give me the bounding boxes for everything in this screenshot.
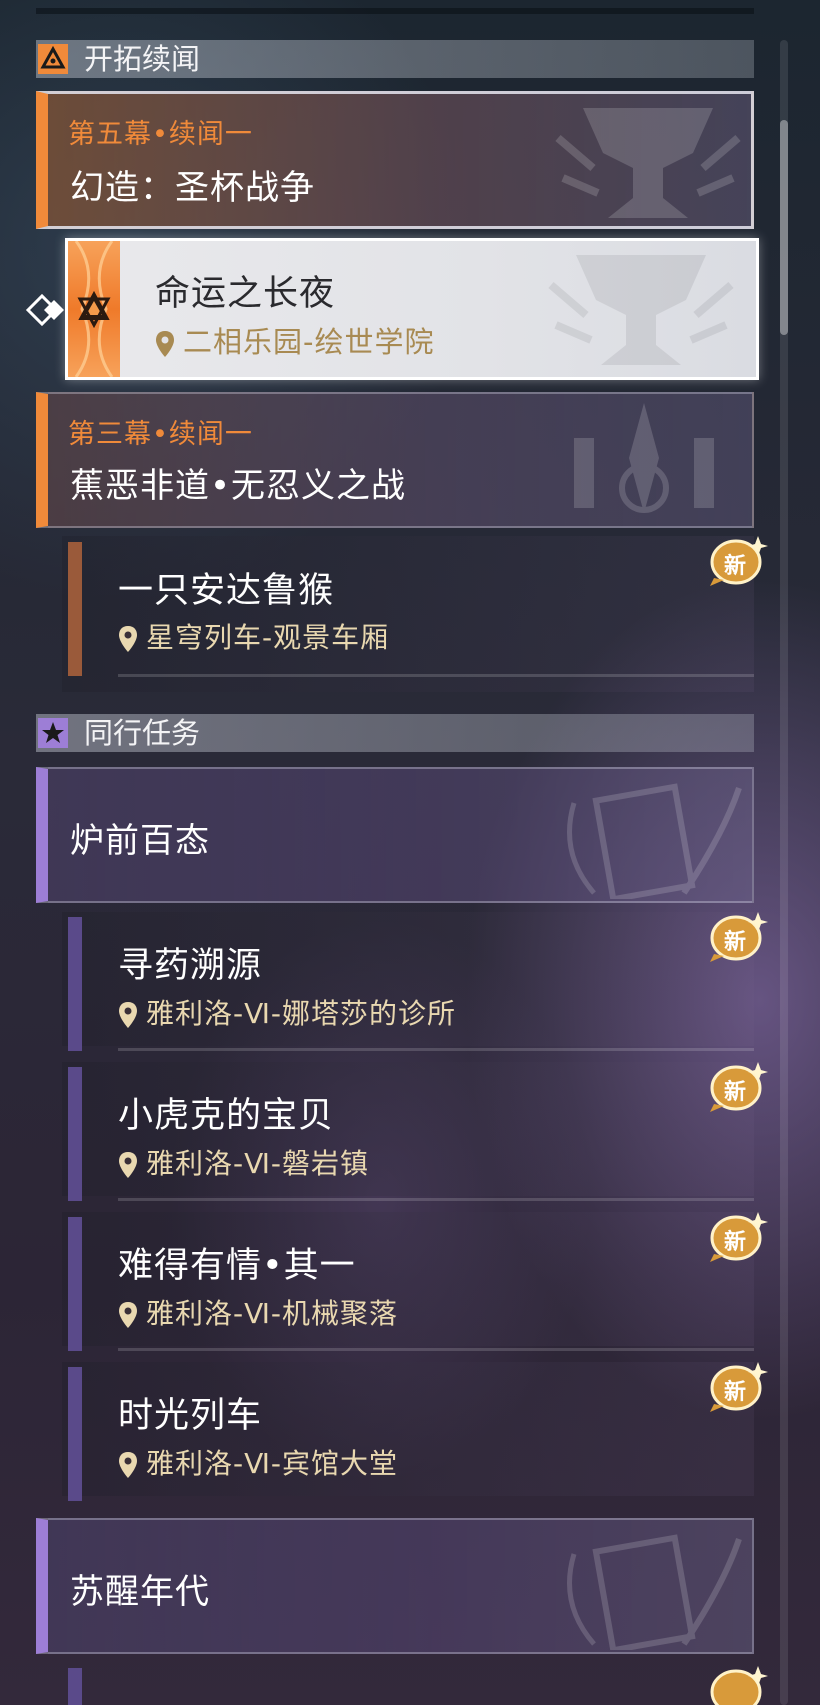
episode-label: 第三幕•续闻一 bbox=[68, 419, 253, 450]
divider bbox=[118, 674, 754, 677]
quest-name: 难得有情•其一 bbox=[118, 1246, 356, 1286]
new-badge-label: 新 bbox=[724, 930, 747, 955]
quest-group-card[interactable]: 第三幕•续闻一 蕉恶非道•无忍义之战 bbox=[36, 392, 754, 528]
new-badge bbox=[708, 1664, 768, 1705]
new-badge-label: 新 bbox=[724, 1380, 747, 1405]
location-pin-icon bbox=[119, 1302, 137, 1328]
grail-emblem-icon bbox=[555, 108, 741, 218]
location-pin-icon bbox=[119, 626, 137, 652]
section-title: 同行任务 bbox=[84, 716, 201, 750]
section-title: 开拓续闻 bbox=[84, 42, 201, 76]
new-badge: 新 bbox=[708, 1060, 768, 1114]
quest-group-card[interactable]: 炉前百态 bbox=[36, 767, 754, 903]
new-badge: 新 bbox=[708, 534, 768, 588]
quest-location-text: 二相乐园-绘世学院 bbox=[183, 325, 435, 359]
divider bbox=[118, 1048, 754, 1051]
quest-location: 雅利洛-Ⅵ-宾馆大堂 bbox=[118, 1442, 398, 1482]
quest-accent-bar bbox=[68, 1067, 82, 1201]
quest-location: 雅利洛-Ⅵ-磐岩镇 bbox=[118, 1142, 369, 1182]
quest-location-text: 雅利洛-Ⅵ-磐岩镇 bbox=[146, 1147, 370, 1180]
location-pin-icon bbox=[119, 1152, 137, 1178]
location-pin-icon bbox=[119, 1002, 137, 1028]
group-title: 苏醒年代 bbox=[70, 1572, 210, 1612]
new-badge: 新 bbox=[708, 910, 768, 964]
quest-location-text: 雅利洛-Ⅵ-娜塔莎的诊所 bbox=[146, 997, 457, 1030]
quest-group-card[interactable]: 第五幕•续闻一 幻造：圣杯战争 bbox=[36, 91, 754, 229]
quest-accent-bar bbox=[68, 917, 82, 1051]
quest-accent-bar bbox=[68, 542, 82, 676]
quest-accent-bar bbox=[68, 1367, 82, 1501]
quest-location: 雅利洛-Ⅵ-机械聚落 bbox=[118, 1292, 398, 1332]
scrollbar-thumb[interactable] bbox=[780, 120, 788, 335]
quest-location: 二相乐园-绘世学院 bbox=[155, 319, 434, 361]
quest-accent-bar bbox=[68, 1217, 82, 1351]
divider bbox=[118, 1348, 754, 1351]
quest-location: 星穹列车-观景车厢 bbox=[118, 616, 389, 656]
quest-location: 雅利洛-Ⅵ-娜塔莎的诊所 bbox=[118, 992, 456, 1032]
book-quill-emblem-icon bbox=[567, 1534, 742, 1650]
quest-group-card[interactable]: 苏醒年代 bbox=[36, 1518, 754, 1654]
location-pin-icon bbox=[156, 331, 174, 357]
quest-name: 命运之长夜 bbox=[155, 274, 336, 314]
quest-accent-bar bbox=[68, 1668, 82, 1705]
quest-location-text: 星穹列车-观景车厢 bbox=[146, 621, 390, 654]
location-pin-icon bbox=[119, 1452, 137, 1478]
episode-label: 第五幕•续闻一 bbox=[68, 119, 253, 150]
quest-location-text: 雅利洛-Ⅵ-机械聚落 bbox=[146, 1297, 399, 1330]
selected-quest-card[interactable]: 命运之长夜 二相乐园-绘世学院 bbox=[65, 238, 759, 380]
divider bbox=[118, 1198, 754, 1201]
book-quill-emblem-icon bbox=[567, 783, 742, 899]
quest-location-text: 雅利洛-Ⅵ-宾馆大堂 bbox=[146, 1447, 399, 1480]
group-title: 蕉恶非道•无忍义之战 bbox=[70, 466, 407, 506]
selection-pointer-icon bbox=[25, 293, 64, 327]
section-header-trailblaze: 开拓续闻 bbox=[36, 40, 754, 78]
group-title: 炉前百态 bbox=[70, 821, 210, 861]
new-badge-icon bbox=[710, 1666, 768, 1705]
grail-emblem-icon bbox=[548, 255, 734, 365]
new-badge-label: 新 bbox=[724, 1230, 747, 1255]
new-badge: 新 bbox=[708, 1360, 768, 1414]
trailblaze-quest-icon bbox=[68, 241, 120, 377]
section-header-companion: 同行任务 bbox=[36, 714, 754, 752]
quest-name: 一只安达鲁猴 bbox=[118, 571, 335, 611]
new-badge-label: 新 bbox=[724, 554, 747, 579]
castle-emblem-icon bbox=[574, 403, 714, 513]
new-badge-label: 新 bbox=[724, 1080, 747, 1105]
group-title: 幻造：圣杯战争 bbox=[70, 168, 315, 208]
top-edge bbox=[36, 8, 754, 14]
quest-item[interactable] bbox=[62, 536, 754, 692]
new-badge: 新 bbox=[708, 1210, 768, 1264]
quest-name: 小虎克的宝贝 bbox=[118, 1096, 335, 1136]
star-icon bbox=[38, 718, 68, 748]
trailblaze-triangle-icon bbox=[38, 44, 68, 74]
quest-name: 时光列车 bbox=[118, 1396, 263, 1436]
quest-name: 寻药溯源 bbox=[118, 946, 263, 986]
